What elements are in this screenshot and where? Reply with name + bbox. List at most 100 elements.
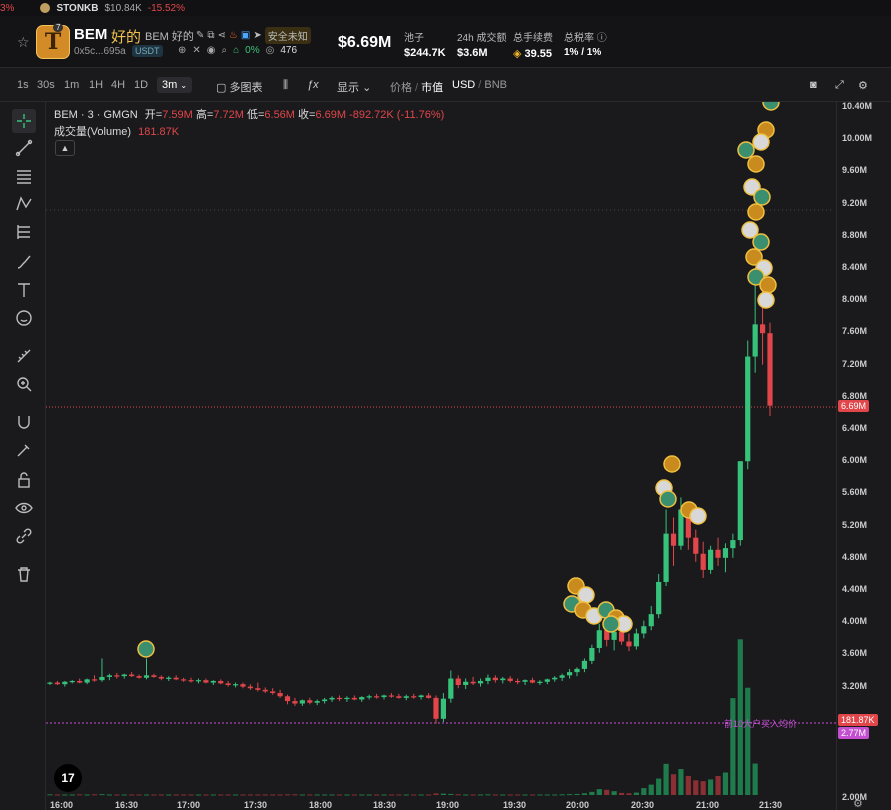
trade-marker-bubble[interactable] (689, 507, 707, 525)
pattern-icon[interactable] (14, 194, 34, 214)
brush-icon[interactable] (14, 252, 34, 272)
trade-marker-bubble[interactable] (663, 455, 681, 473)
candle-body (440, 698, 446, 719)
trade-marker-bubble[interactable] (737, 141, 755, 159)
collapse-legend-button[interactable]: ▲ (55, 140, 75, 156)
ruler-icon[interactable] (14, 346, 34, 366)
volume-bar (210, 794, 216, 796)
candle-body (366, 696, 372, 698)
trend-line-icon[interactable] (14, 138, 34, 158)
trade-marker-bubble[interactable] (752, 133, 770, 151)
crosshair-icon[interactable] (12, 109, 36, 133)
trade-marker-bubble[interactable] (137, 640, 155, 658)
timeframe-4h[interactable]: 4H (111, 79, 125, 91)
bnb-option[interactable]: BNB (484, 79, 507, 91)
candle-body (448, 678, 454, 699)
horizontal-lines-icon[interactable] (14, 166, 34, 186)
display-menu[interactable]: 显示 ⌄ (337, 79, 371, 95)
trade-marker-bubble[interactable] (753, 188, 771, 206)
lock-icon[interactable] (14, 470, 34, 490)
magnet-icon[interactable] (14, 412, 34, 432)
share-icon[interactable]: ⋖ (218, 30, 226, 41)
settings-gear-icon[interactable]: ⚙ (858, 79, 868, 92)
volume-bar (604, 789, 610, 795)
trade-marker-bubble[interactable] (762, 102, 780, 111)
candle-body (507, 678, 513, 681)
price-mcap-toggle[interactable]: 价格 / 市值 (390, 79, 443, 95)
emoji-icon[interactable] (14, 308, 34, 328)
timeframe-1d[interactable]: 1D (134, 79, 148, 91)
timeframe-1s[interactable]: 1s (17, 79, 29, 91)
change-value: -892.72K (-11.76%) (349, 109, 445, 121)
text-tool-icon[interactable] (14, 280, 34, 300)
verified-icon: ▣ (240, 30, 251, 41)
website-icon[interactable]: ⊕ (178, 45, 186, 56)
price-axis-tick: 4.80M (842, 551, 868, 562)
high-label: 高= (195, 109, 214, 121)
time-axis-tick: 19:00 (436, 800, 460, 810)
candle-body (708, 549, 714, 570)
tradingview-logo[interactable]: 17 (54, 764, 82, 792)
contract-address[interactable]: 0x5c...695a (74, 46, 126, 57)
safety-badge[interactable]: 安全未知 (264, 27, 311, 44)
fib-icon[interactable] (14, 222, 34, 242)
indicators-icon[interactable]: ƒx (307, 79, 319, 91)
lock-drawing-icon[interactable] (14, 440, 34, 460)
link-icon[interactable] (14, 526, 34, 546)
volume-bar (366, 794, 372, 796)
currency-toggle[interactable]: USD / BNB (452, 79, 507, 91)
volume-bar (166, 794, 172, 796)
favorite-star-icon[interactable]: ☆ (17, 34, 30, 51)
zoom-in-icon[interactable] (14, 374, 34, 394)
search-icon[interactable]: ⌕ (222, 45, 228, 56)
price-axis-tick: 6.40M (842, 423, 868, 433)
price-chart[interactable]: BEM · 3 · GMGN 开=7.59M 高=7.72M 低=6.56M 收… (46, 102, 836, 800)
volume-bar (693, 780, 699, 795)
volume-bar (351, 794, 357, 796)
candle-body (745, 356, 751, 462)
edit-icon[interactable]: ✎ (196, 30, 204, 41)
mcap-option[interactable]: 市值 (421, 82, 443, 94)
trade-marker-bubble[interactable] (659, 490, 677, 508)
multi-chart-toggle[interactable]: ▢ 多图表 (216, 79, 262, 95)
trade-marker-bubble[interactable] (577, 586, 595, 604)
time-axis[interactable]: 16:00 16:30 17:00 17:30 18:00 18:30 19:00 19:30… (46, 800, 836, 810)
candle-body (537, 681, 543, 683)
price-axis[interactable]: 10.40M 10.00M 9.60M 9.20M 8.80M 8.40M 8.00M 7.6… (836, 101, 891, 810)
timeframe-1h[interactable]: 1H (89, 79, 103, 91)
trade-marker-bubble[interactable] (752, 233, 770, 251)
trade-marker-bubble[interactable] (759, 276, 777, 294)
price-option[interactable]: 价格 (390, 82, 412, 94)
trade-marker-bubble[interactable] (757, 291, 775, 309)
explorer-icon[interactable]: ◉ (207, 45, 216, 56)
volume-bar (500, 794, 506, 796)
telegram-icon[interactable]: ➤ (253, 30, 261, 41)
timeframe-3m-active[interactable]: 3m ⌄ (157, 77, 193, 93)
trade-marker-bubble[interactable] (747, 203, 765, 221)
chart-canvas[interactable] (46, 102, 836, 800)
candle-body (648, 614, 654, 627)
fullscreen-icon[interactable]: ⤢ (835, 79, 844, 92)
trade-marker-bubble[interactable] (602, 615, 620, 633)
candle-body (322, 699, 328, 702)
drawing-toolbar (0, 102, 46, 810)
candle-type-icon[interactable]: ⫼ (283, 79, 288, 92)
candle-body (618, 631, 625, 642)
candle-body (396, 696, 402, 698)
trash-icon[interactable] (14, 564, 34, 584)
timeframe-1m[interactable]: 1m (64, 79, 79, 91)
screenshot-icon[interactable]: ◙ (810, 79, 817, 91)
axis-settings-icon[interactable]: ⚙ (853, 797, 863, 810)
twitter-icon[interactable]: ✕ (192, 45, 200, 56)
candle-body (99, 676, 105, 681)
display-label: 显示 (337, 82, 359, 94)
info-icon[interactable]: ⓘ (597, 33, 607, 44)
usd-option[interactable]: USD (452, 79, 475, 91)
close-value: 6.69M (315, 109, 347, 121)
volume-bar (515, 794, 521, 796)
ticker-symbol[interactable]: STONKB (56, 3, 98, 14)
eye-visibility-icon[interactable] (14, 498, 34, 518)
copy-icon[interactable]: ⧉ (207, 30, 214, 41)
trade-marker-bubble[interactable] (747, 155, 765, 173)
timeframe-30s[interactable]: 30s (37, 79, 55, 91)
